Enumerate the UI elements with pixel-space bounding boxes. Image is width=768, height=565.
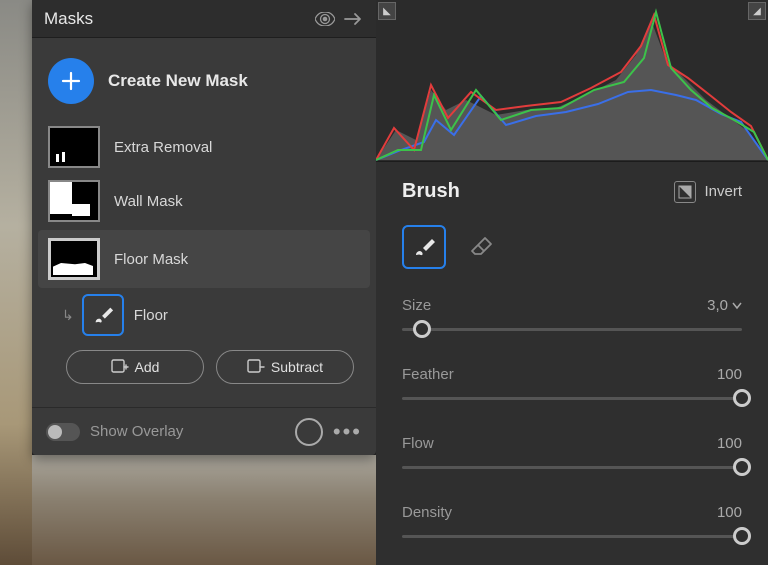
slider-label: Feather (402, 366, 454, 383)
brush-tool-row (402, 225, 742, 269)
plus-icon (60, 70, 82, 92)
invert-icon (674, 181, 696, 203)
arrow-right-icon[interactable] (342, 8, 364, 30)
histogram-clip-left-icon[interactable]: ◣ (378, 2, 396, 20)
eye-icon[interactable] (314, 8, 336, 30)
mask-subitem-label: Floor (134, 307, 168, 324)
masks-panel: Masks Create New Mask Extra Removal (32, 0, 376, 455)
create-mask-button[interactable] (48, 58, 94, 104)
subtract-mask-icon (247, 359, 265, 375)
brush-header: Brush Invert (402, 180, 742, 203)
mask-thumb (48, 126, 100, 168)
add-button-label: Add (135, 359, 160, 375)
show-overlay-label: Show Overlay (90, 423, 285, 440)
masks-header: Masks (32, 0, 376, 38)
brush-icon (412, 235, 436, 259)
slider-flow: Flow 100 (402, 435, 742, 478)
histogram-clip-right-icon[interactable]: ◢ (748, 2, 766, 20)
brush-title: Brush (402, 180, 674, 203)
panel-title: Masks (44, 9, 308, 29)
slider-label: Density (402, 504, 452, 521)
mask-add-subtract-row: Add Subtract (44, 340, 364, 396)
masks-footer: Show Overlay ••• (32, 407, 376, 455)
invert-label: Invert (704, 183, 742, 200)
slider-label: Size (402, 297, 431, 314)
eraser-icon (470, 235, 494, 259)
slider-track[interactable] (402, 456, 742, 478)
slider-feather: Feather 100 (402, 366, 742, 409)
invert-button[interactable]: Invert (674, 181, 742, 203)
mask-list: Create New Mask Extra Removal Wall Mask … (32, 38, 376, 402)
slider-value[interactable]: 3,0 (707, 297, 728, 314)
slider-track[interactable] (402, 387, 742, 409)
subtract-button-label: Subtract (271, 359, 323, 375)
mask-item-floor-mask[interactable]: Floor Mask (38, 230, 370, 288)
brush-tool-button[interactable] (402, 225, 446, 269)
show-overlay-toggle[interactable] (46, 423, 80, 441)
more-options-icon[interactable]: ••• (333, 419, 362, 445)
eraser-tool-button[interactable] (460, 225, 504, 269)
slider-value[interactable]: 100 (717, 366, 742, 383)
background-photo-left (0, 0, 32, 565)
subitem-brush-thumb (82, 294, 124, 336)
mask-thumb (48, 180, 100, 222)
mask-item-label: Floor Mask (114, 251, 188, 268)
mask-subitem-floor[interactable]: ↳ Floor (44, 290, 364, 340)
mask-item-label: Extra Removal (114, 139, 212, 156)
slider-size: Size 3,0 (402, 297, 742, 340)
slider-density: Density 100 (402, 504, 742, 547)
mask-item-extra-removal[interactable]: Extra Removal (44, 120, 364, 174)
brush-section: Brush Invert Size (376, 162, 768, 565)
slider-label: Flow (402, 435, 434, 452)
subtract-button[interactable]: Subtract (216, 350, 354, 384)
slider-value[interactable]: 100 (717, 435, 742, 452)
slider-track[interactable] (402, 525, 742, 547)
mask-item-wall-mask[interactable]: Wall Mask (44, 174, 364, 228)
mask-item-label: Wall Mask (114, 193, 183, 210)
overlay-color-chip[interactable] (295, 418, 323, 446)
add-button[interactable]: Add (66, 350, 204, 384)
brush-icon (92, 304, 114, 326)
background-photo-bottom (32, 455, 376, 565)
mask-thumb (48, 238, 100, 280)
chevron-down-icon[interactable] (732, 302, 742, 310)
subitem-arrow-icon: ↳ (62, 307, 74, 324)
slider-value[interactable]: 100 (717, 504, 742, 521)
create-mask-label: Create New Mask (108, 71, 248, 91)
create-mask-row[interactable]: Create New Mask (44, 50, 364, 120)
slider-track[interactable] (402, 318, 742, 340)
histogram[interactable]: ◣ ◢ (376, 0, 768, 162)
add-mask-icon (111, 359, 129, 375)
right-panel: ◣ ◢ Brush Invert (376, 0, 768, 565)
